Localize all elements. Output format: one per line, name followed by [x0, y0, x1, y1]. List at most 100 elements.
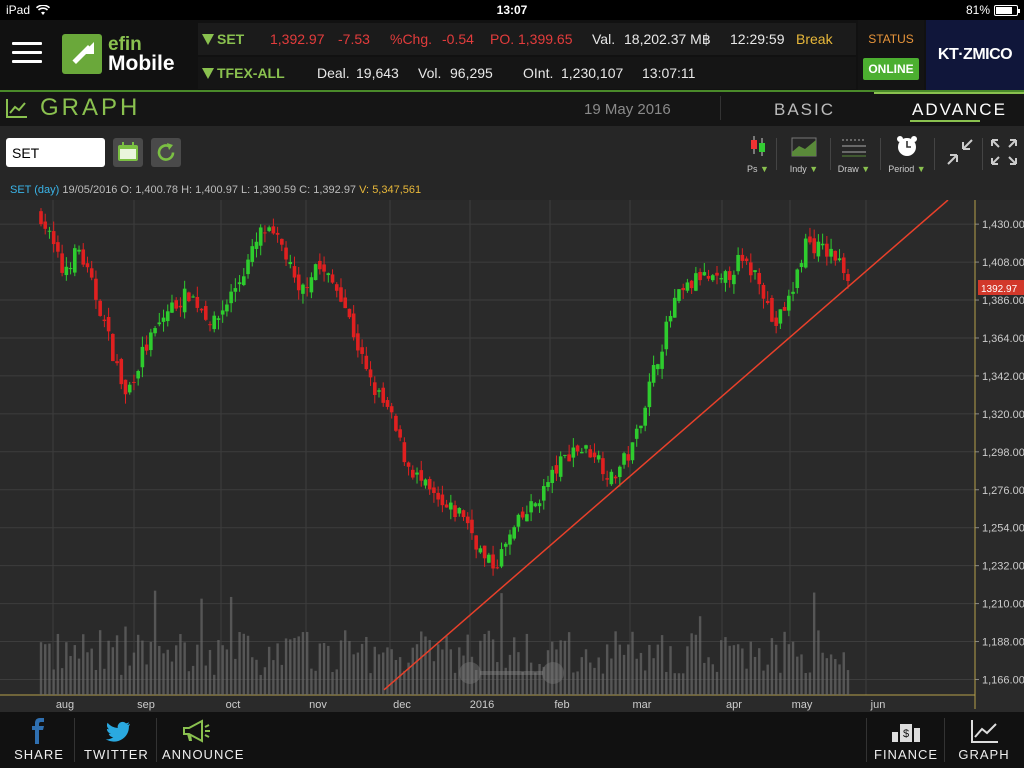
y-tick-label: 1,386.00 [982, 295, 1024, 307]
candle-body [571, 447, 576, 458]
refresh-button[interactable] [151, 138, 181, 167]
ticker-row-tfex[interactable]: TFEX-ALL Deal. 19,643 Vol. 96,295 OInt. … [198, 57, 856, 89]
graph-nav-button[interactable]: GRAPH [954, 712, 1014, 768]
collapse-icon [947, 139, 973, 165]
facebook-icon [32, 718, 44, 744]
volume-bar [669, 646, 672, 695]
candle-body [411, 469, 415, 478]
volume-bar [639, 652, 643, 695]
candle-body [444, 504, 449, 508]
tab-basic[interactable]: BASIC [774, 100, 835, 120]
candle-body [242, 276, 246, 286]
candle-body [102, 319, 107, 322]
volume-label: V: [359, 184, 370, 196]
finance-button[interactable]: $ FINANCE [874, 712, 937, 768]
volume-bar [690, 633, 693, 695]
candle-body [94, 278, 98, 300]
volume-bar [846, 670, 850, 695]
volume-bar [141, 640, 144, 695]
volume-bar [821, 652, 824, 695]
chart-background [0, 200, 1024, 712]
candle-body [246, 259, 250, 275]
calendar-button[interactable] [113, 138, 143, 167]
volume-bar [335, 669, 338, 695]
hamburger-menu-button[interactable] [12, 42, 42, 66]
candle-body [47, 230, 52, 232]
period-tool[interactable]: Period ▼ [886, 134, 928, 174]
candle-body [334, 284, 339, 291]
volume-bar [432, 661, 436, 695]
candle-body [791, 291, 795, 294]
price-style-tool[interactable]: Ps ▼ [744, 134, 772, 174]
candle-body [732, 274, 736, 285]
volume-bar [791, 641, 795, 695]
candle-body [280, 238, 284, 245]
candle-body [174, 300, 178, 309]
candle-body [503, 543, 508, 547]
candle-body [351, 313, 356, 338]
open-value: 1,400.78 [135, 184, 179, 196]
candle-body [339, 287, 343, 302]
collapse-button[interactable] [944, 136, 976, 176]
volume-bar [246, 635, 250, 695]
candle-body [487, 554, 491, 563]
candle-body [326, 273, 331, 276]
symbol-input[interactable] [6, 138, 105, 167]
candle-body [749, 262, 753, 276]
volume-bar [267, 646, 271, 695]
calendar-icon [118, 142, 138, 161]
page-title: GRAPH [40, 94, 141, 121]
candle-body [136, 371, 140, 379]
volume-bar [597, 657, 600, 695]
tool-label: Indy [789, 164, 807, 174]
candle-body [698, 271, 702, 281]
candle-body [706, 275, 711, 279]
y-tick-label: 1,188.00 [982, 637, 1024, 649]
volume-bar [779, 672, 782, 695]
candle-body [753, 270, 757, 273]
candle-body [85, 263, 90, 268]
candle-body [258, 227, 263, 246]
share-button[interactable]: SHARE [10, 712, 68, 768]
volume-bar [373, 646, 376, 695]
candle-body [203, 306, 208, 320]
y-tick-label: 1,298.00 [982, 447, 1024, 459]
volume-bar [238, 632, 241, 695]
ticker-row-set[interactable]: SET 1,392.97 -7.53 %Chg. -0.54 PO. 1,399… [198, 23, 856, 55]
x-tick-label: nov [309, 699, 327, 711]
announce-button[interactable]: ANNOUNCE [162, 712, 243, 768]
candle-body [465, 516, 470, 524]
down-triangle-icon [202, 68, 214, 79]
close-value: 1,392.97 [313, 184, 357, 196]
volume-bar [322, 642, 326, 695]
indicator-tool[interactable]: Indy ▼ [784, 134, 824, 174]
logo-word-mobile: Mobile [108, 52, 175, 75]
volume-bar [175, 645, 178, 695]
volume-bar [365, 636, 368, 695]
volume-bar [618, 644, 622, 695]
price-chart[interactable]: 1,430.00 1,408.00 1,386.00 1,364.00 1,342.00… [0, 200, 1024, 712]
candle-body [436, 492, 440, 500]
battery-icon [994, 4, 1020, 16]
x-tick-label: aug [56, 699, 74, 711]
y-tick-label: 1,166.00 [982, 674, 1024, 686]
volume-bar [643, 670, 647, 695]
volume-bar [280, 664, 284, 695]
volume-bar [403, 670, 406, 695]
candle-body [271, 226, 276, 234]
volume-bar [196, 644, 199, 695]
tab-advance[interactable]: ADVANCE [912, 100, 1007, 120]
y-tick-label: 1,408.00 [982, 257, 1024, 269]
volume-bar [217, 640, 220, 695]
draw-tool[interactable]: Draw ▼ [836, 134, 872, 174]
candle-body [432, 487, 436, 494]
chart-canvas[interactable]: 1,430.00 1,408.00 1,386.00 1,364.00 1,342.00… [0, 200, 1024, 712]
volume-bar [128, 665, 131, 695]
low-value: 1,390.59 [253, 184, 297, 196]
volume-bar [73, 645, 76, 695]
candle-body [592, 452, 597, 458]
volume-bar [272, 660, 275, 695]
twitter-button[interactable]: TWITTER [84, 712, 148, 768]
fullscreen-button[interactable] [988, 136, 1020, 176]
volume-bar [703, 662, 706, 695]
